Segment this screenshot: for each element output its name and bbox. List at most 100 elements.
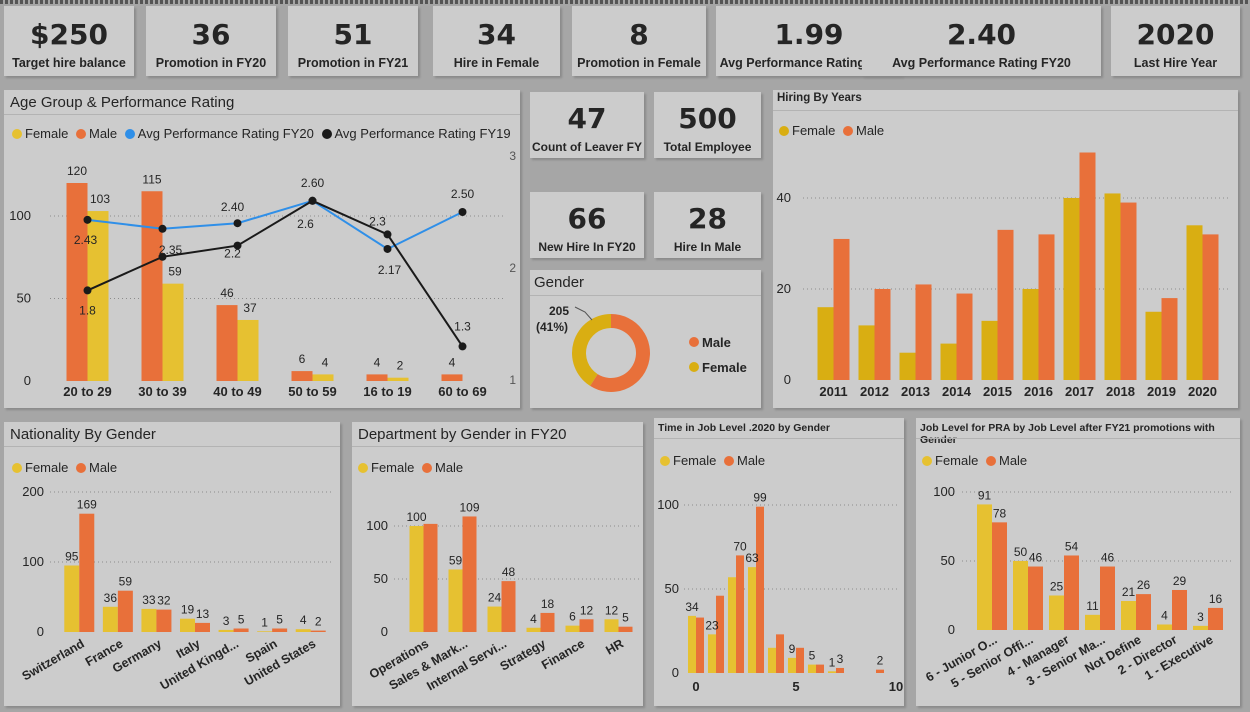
bar-male bbox=[1028, 566, 1043, 630]
x-tick-label: Strategy bbox=[498, 636, 548, 673]
data-label: 91 bbox=[978, 488, 992, 502]
data-label: 36 bbox=[104, 591, 118, 605]
bar-female bbox=[788, 657, 796, 673]
line-label-fy19: 2.6 bbox=[297, 217, 314, 231]
kpi-card-7: 2020 Last Hire Year bbox=[1111, 6, 1240, 76]
bar-male bbox=[1136, 594, 1151, 630]
bar-male bbox=[874, 289, 891, 380]
bar-female bbox=[180, 618, 195, 632]
kpi-label: Target hire balance bbox=[12, 56, 126, 70]
line-label-fy20: 2.50 bbox=[451, 187, 475, 201]
x-tick-label: 2016 bbox=[1024, 384, 1053, 399]
y-tick-label: 0 bbox=[948, 622, 955, 637]
kpi-value: 8 bbox=[629, 18, 649, 51]
data-label: 4 bbox=[374, 355, 381, 369]
bar-female bbox=[409, 526, 424, 632]
data-label: 1 bbox=[261, 615, 268, 629]
bar-male bbox=[540, 612, 555, 632]
kpi-label: Promotion in FY20 bbox=[155, 56, 267, 70]
bar-male bbox=[915, 284, 932, 380]
data-label: 11 bbox=[1086, 599, 1099, 613]
timejob-panel: Time in Job Level .2020 by Gender Female… bbox=[654, 418, 904, 706]
bar-female bbox=[858, 325, 875, 380]
data-label: 54 bbox=[1065, 539, 1079, 553]
data-label: 48 bbox=[502, 565, 516, 579]
legend-male-label: Male bbox=[702, 335, 731, 350]
bar-male bbox=[233, 628, 249, 632]
line-label-fy20: 2.60 bbox=[301, 176, 325, 190]
data-label: 70 bbox=[733, 539, 747, 553]
kpi-label: Hire in Female bbox=[453, 56, 540, 70]
x-tick-label: 2015 bbox=[983, 384, 1012, 399]
bar-male bbox=[579, 619, 594, 632]
bar-male bbox=[1172, 589, 1187, 630]
bar-female bbox=[728, 577, 736, 673]
line-label-fy19: 2.2 bbox=[224, 247, 241, 261]
line-point bbox=[308, 196, 317, 205]
bar-male bbox=[696, 617, 704, 673]
bar-female bbox=[1145, 311, 1162, 380]
bar-female bbox=[1104, 193, 1121, 380]
kpi-card-6: 2.40 Avg Performance Rating FY20 bbox=[862, 6, 1101, 76]
line-label-fy19: 1.8 bbox=[79, 303, 96, 317]
kpi-label: Promotion in FY21 bbox=[297, 56, 409, 70]
y-tick-label: 100 bbox=[22, 554, 44, 569]
data-label: 2 bbox=[397, 359, 404, 373]
x-tick-label: 60 to 69 bbox=[438, 384, 486, 399]
kpi-card-0: $250 Target hire balance bbox=[4, 6, 134, 76]
bar-male bbox=[1120, 202, 1137, 380]
bar-female bbox=[688, 615, 696, 673]
data-label: 23 bbox=[705, 618, 719, 632]
kpi-card-2: 51 Promotion in FY21 bbox=[288, 6, 418, 76]
data-label: 46 bbox=[1101, 551, 1115, 565]
kpi-card-3: 34 Hire in Female bbox=[433, 6, 560, 76]
callout-value: 205 bbox=[549, 304, 569, 318]
bar-female bbox=[1121, 601, 1136, 630]
bar-male bbox=[272, 628, 288, 632]
kpi-card-leaver: 47 Count of Leaver FY bbox=[530, 92, 644, 158]
bar-female bbox=[1049, 595, 1064, 630]
kpi-card-total-employee: 500 Total Employee bbox=[654, 92, 761, 158]
x-tick-label: 2014 bbox=[942, 384, 972, 399]
bar-male bbox=[618, 626, 633, 632]
bar-male bbox=[1079, 152, 1096, 380]
line-point bbox=[233, 219, 242, 228]
kpi-label: Total Employee bbox=[663, 140, 752, 154]
bar-female bbox=[295, 629, 311, 632]
bar-female bbox=[448, 569, 463, 632]
y-tick-label: 100 bbox=[933, 484, 955, 499]
bar-male bbox=[291, 371, 313, 381]
kpi-label: Count of Leaver FY bbox=[531, 140, 642, 154]
data-label: 46 bbox=[220, 286, 234, 300]
bar-male bbox=[756, 506, 764, 673]
bar-female bbox=[808, 664, 816, 673]
y-tick-label: 0 bbox=[672, 665, 679, 680]
bar-female bbox=[1186, 225, 1203, 380]
data-label: 4 bbox=[530, 612, 537, 626]
kpi-value: 47 bbox=[567, 102, 607, 135]
data-label: 34 bbox=[685, 600, 699, 614]
data-label: 3 bbox=[1197, 610, 1204, 624]
bar-female bbox=[604, 619, 619, 632]
line-point bbox=[458, 208, 467, 216]
bar-female bbox=[1013, 561, 1028, 630]
data-label: 63 bbox=[745, 551, 759, 565]
bar-male bbox=[141, 191, 163, 381]
bar-male bbox=[1161, 298, 1178, 380]
line-point bbox=[458, 342, 467, 351]
data-label: 5 bbox=[276, 613, 283, 627]
bar-male bbox=[1202, 234, 1219, 380]
legend-female-dot bbox=[689, 362, 699, 372]
data-label: 109 bbox=[459, 500, 479, 514]
data-label: 32 bbox=[157, 594, 171, 608]
kpi-label: New Hire In FY20 bbox=[538, 240, 636, 254]
callout-line bbox=[574, 306, 593, 321]
bar-male bbox=[956, 293, 973, 380]
bar-male bbox=[1064, 555, 1079, 630]
bar-female bbox=[977, 504, 992, 630]
bar-female bbox=[981, 320, 998, 380]
data-label: 4 bbox=[300, 613, 307, 627]
hiring-panel: Hiring By Years Female Male 0 20 40 2011 201… bbox=[773, 90, 1238, 408]
kpi-value: 34 bbox=[477, 18, 516, 51]
data-label: 5 bbox=[238, 613, 245, 627]
